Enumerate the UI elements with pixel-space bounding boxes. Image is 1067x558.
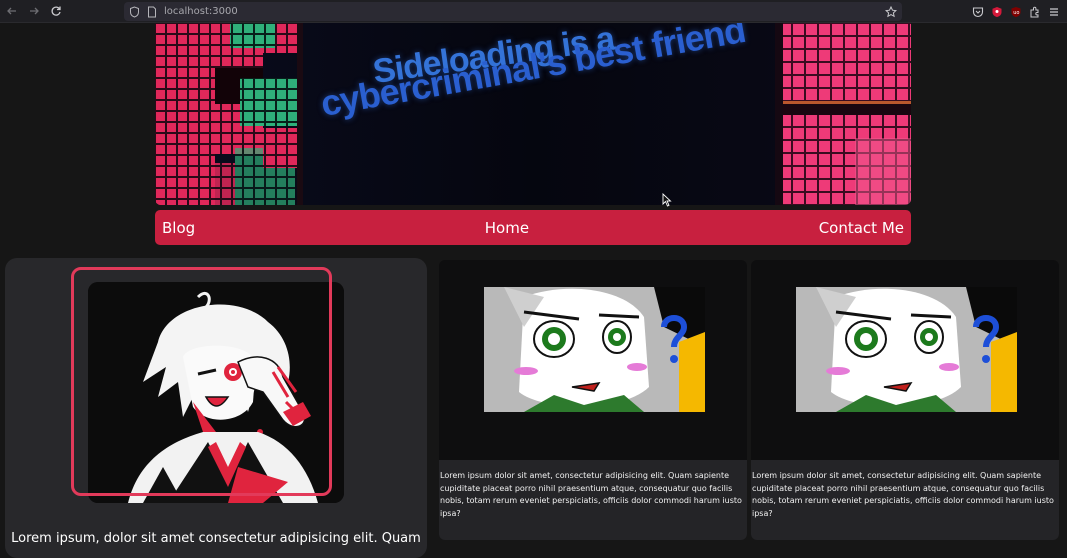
post-card[interactable]: Lorem ipsum dolor sit amet, consectetur …: [751, 260, 1059, 540]
post-card[interactable]: Lorem ipsum dolor sit amet, consectetur …: [439, 260, 747, 540]
svg-text:uo: uo: [1013, 10, 1019, 16]
nav-link-home[interactable]: Home: [485, 219, 529, 237]
post-thumbnail[interactable]: [796, 287, 1017, 412]
ublock-icon[interactable]: uo: [1009, 5, 1023, 19]
extension-red-icon[interactable]: [990, 5, 1004, 19]
post-thumbnail[interactable]: [484, 287, 705, 412]
shield-icon[interactable]: [126, 4, 142, 20]
extensions-icon[interactable]: [1028, 5, 1042, 19]
mouse-cursor-icon: [662, 193, 672, 207]
forward-icon[interactable]: [24, 1, 44, 21]
hero-banner: Sideloading is a cybercriminal's best fr…: [155, 23, 911, 205]
post-excerpt: Lorem ipsum dolor sit amet, consectetur …: [751, 460, 1059, 540]
menu-icon[interactable]: [1047, 5, 1061, 19]
page-icon: [144, 4, 160, 20]
profile-frame: [71, 267, 332, 496]
hero-image: [155, 23, 911, 205]
main-navbar: Blog Home Contact Me: [155, 210, 911, 245]
browser-toolbar: localhost:3000 uo: [0, 0, 1067, 23]
nav-link-blog[interactable]: Blog: [162, 219, 195, 237]
reload-icon[interactable]: [46, 1, 66, 21]
star-icon[interactable]: [883, 4, 898, 19]
post-excerpt: Lorem ipsum dolor sit amet, consectetur …: [439, 460, 747, 540]
profile-card: Lorem ipsum, dolor sit amet consectetur …: [5, 258, 427, 558]
profile-bio: Lorem ipsum, dolor sit amet consectetur …: [11, 531, 421, 546]
url-text[interactable]: localhost:3000: [164, 6, 238, 17]
address-bar[interactable]: localhost:3000: [124, 2, 902, 21]
back-icon[interactable]: [2, 1, 22, 21]
pocket-icon[interactable]: [971, 5, 985, 19]
nav-link-contact[interactable]: Contact Me: [819, 219, 904, 237]
